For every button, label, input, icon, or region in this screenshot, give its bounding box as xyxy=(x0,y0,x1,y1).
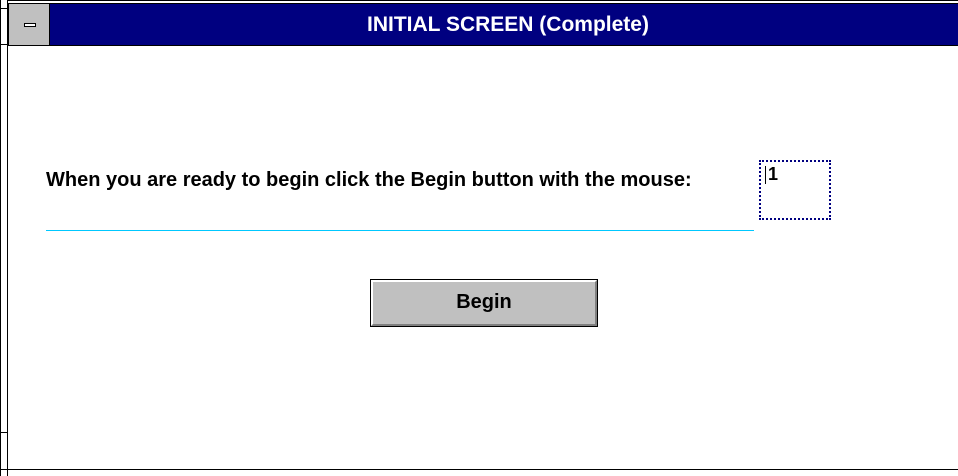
app-window: INITIAL SCREEN (Complete) When you are r… xyxy=(0,0,958,476)
entry-field[interactable]: 1 xyxy=(759,160,831,220)
window-bottom-border xyxy=(0,469,958,470)
instruction-text: When you are ready to begin click the Be… xyxy=(46,169,692,191)
window-title: INITIAL SCREEN (Complete) xyxy=(367,13,649,36)
frame-notch-lower xyxy=(0,432,8,433)
frame-notch-top xyxy=(0,8,8,9)
window-top-border xyxy=(0,0,958,1)
divider-line xyxy=(46,230,754,231)
system-menu-button[interactable] xyxy=(8,3,50,46)
entry-field-value: 1 xyxy=(768,164,779,184)
frame-notch-upper xyxy=(0,44,8,45)
window-content: When you are ready to begin click the Be… xyxy=(9,46,958,469)
begin-button[interactable]: Begin xyxy=(370,279,598,327)
system-menu-icon xyxy=(24,23,36,27)
text-caret xyxy=(765,166,766,184)
title-bar[interactable]: INITIAL SCREEN (Complete) xyxy=(8,3,958,46)
window-left-border[interactable] xyxy=(0,0,8,476)
